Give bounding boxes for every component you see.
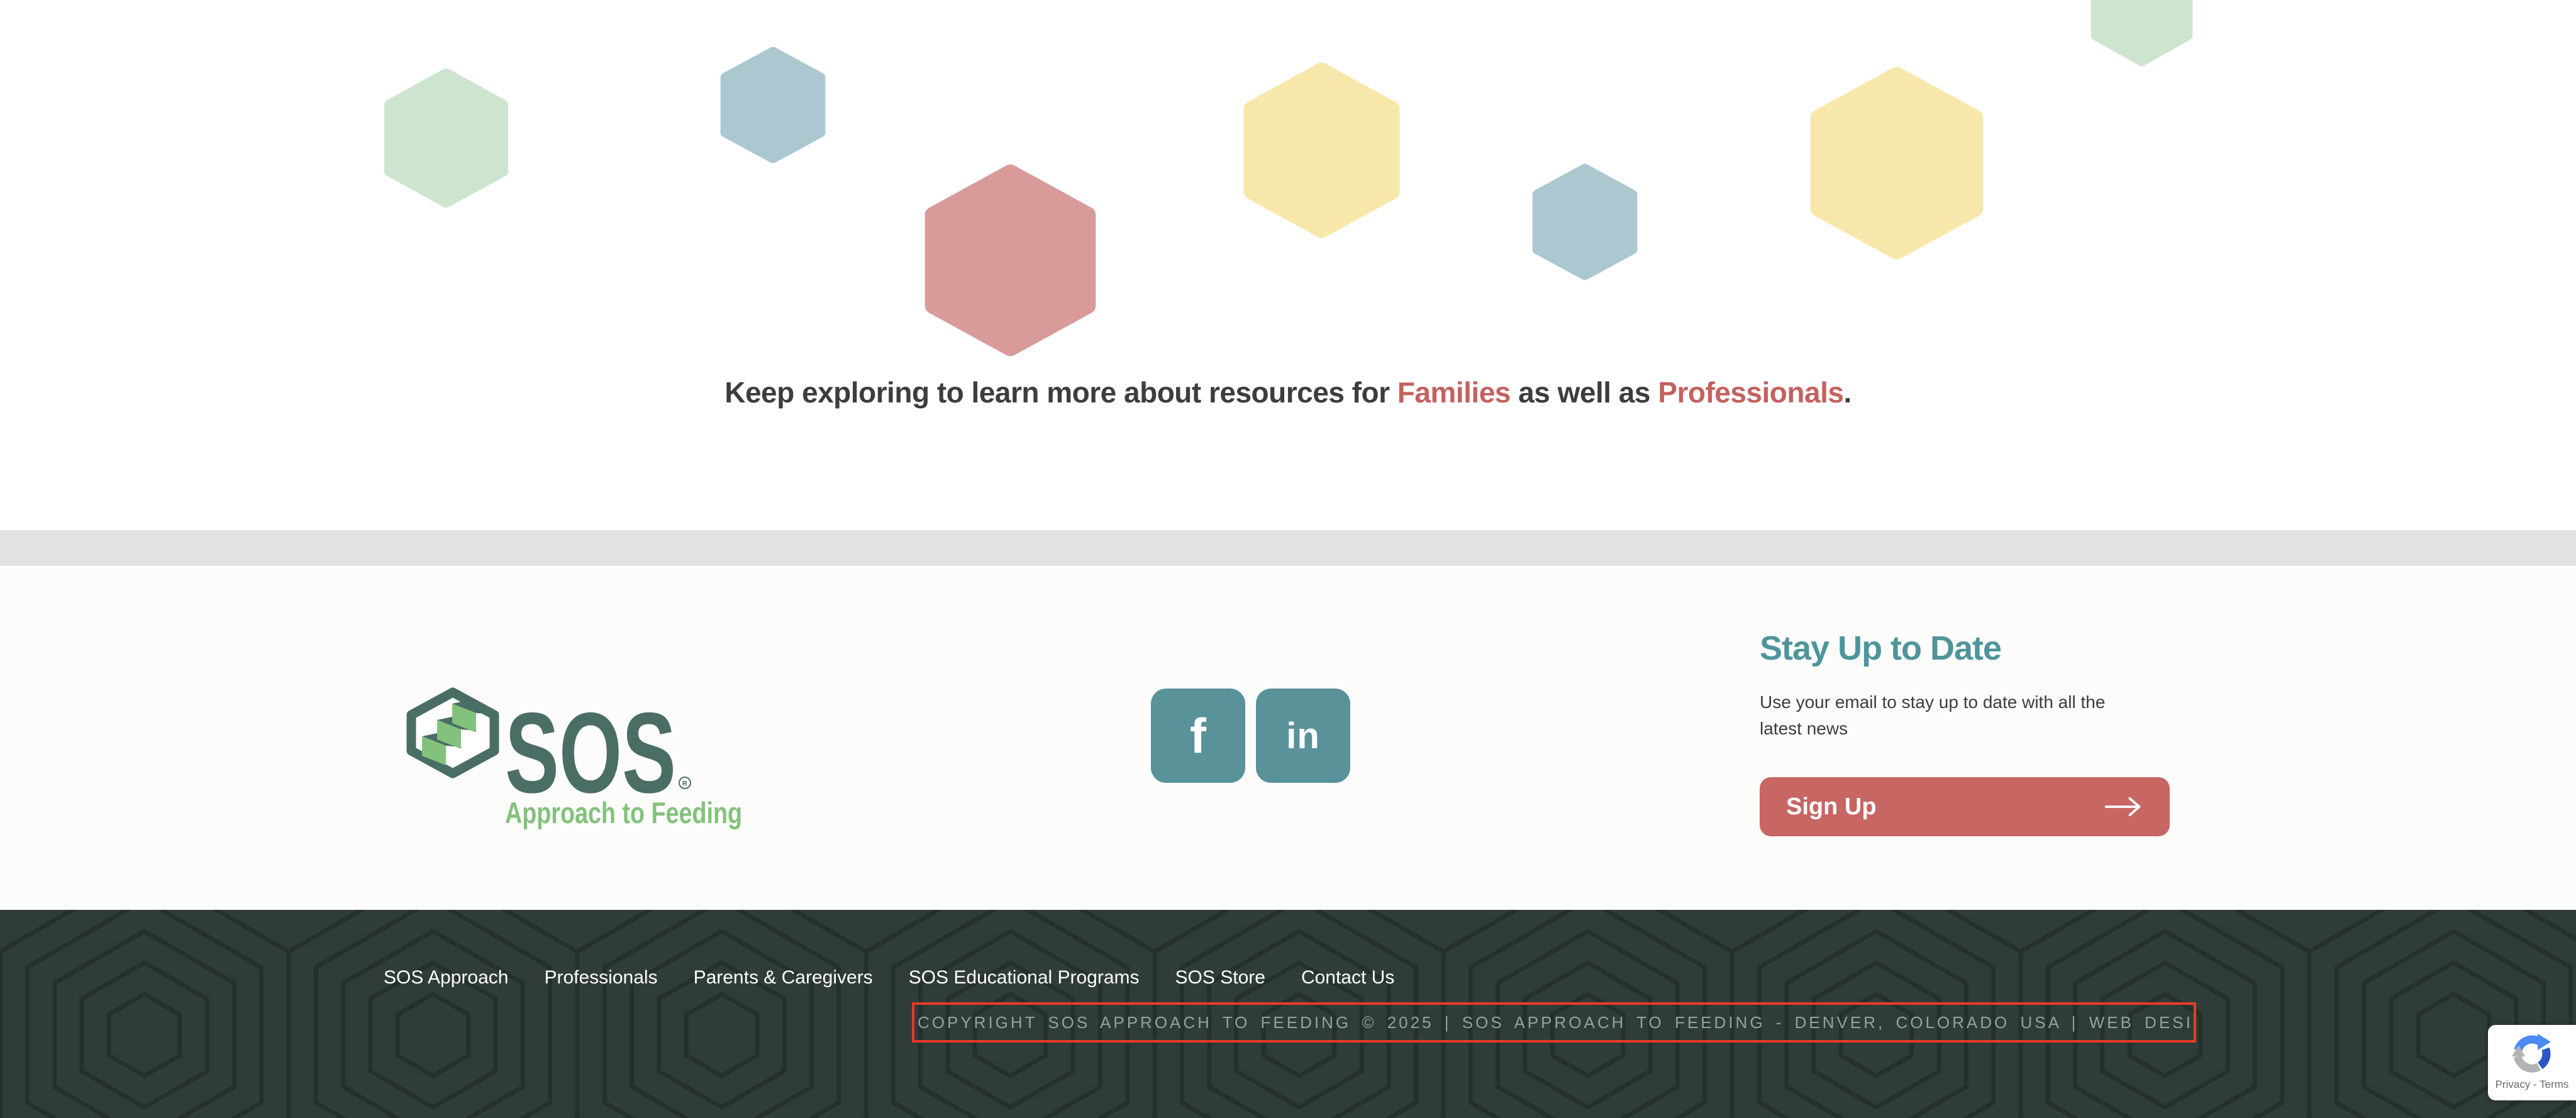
headline-text-suffix: .	[1843, 376, 1851, 409]
footer-nav: SOS Approach Professionals Parents & Car…	[384, 964, 1394, 992]
recaptcha-content: Privacy - Terms	[2488, 1025, 2576, 1091]
headline-text-middle: as well as	[1511, 376, 1658, 409]
footer-upper-section: SOS R Approach to Feeding f in Stay Up t…	[0, 566, 2576, 910]
recaptcha-badge[interactable]: Privacy - Terms	[2488, 1025, 2576, 1100]
sign-up-button[interactable]: Sign Up	[1760, 777, 2170, 836]
arrow-right-icon	[2104, 796, 2143, 817]
newsletter-description-line1: Use your email to stay up to date with a…	[1760, 689, 2105, 716]
linkedin-button[interactable]: in	[1256, 689, 1350, 783]
registered-mark-letter: R	[682, 780, 687, 788]
headline-text-prefix: Keep exploring to learn more about resou…	[724, 376, 1397, 409]
green-hexagon-decoration-cut	[2090, 0, 2194, 67]
hero-headline: Keep exploring to learn more about resou…	[0, 372, 2576, 412]
newsletter-heading: Stay Up to Date	[1760, 629, 2001, 668]
footer-link-parents-caregivers[interactable]: Parents & Caregivers	[694, 964, 873, 992]
section-divider	[0, 530, 2576, 566]
blue-hexagon-decoration-2	[1531, 163, 1638, 281]
yellow-hexagon-decoration	[1242, 61, 1401, 240]
logo-tagline: Approach to Feeding	[505, 796, 742, 829]
sos-logo[interactable]: SOS R Approach to Feeding	[406, 687, 746, 831]
copyright-annotation-box: COPYRIGHT SOS APPROACH TO FEEDING © 2025…	[912, 1002, 2196, 1043]
sign-up-label: Sign Up	[1786, 794, 1877, 821]
footer-bottom-bar: SOS Approach Professionals Parents & Car…	[0, 910, 2576, 1118]
recaptcha-icon	[2509, 1030, 2555, 1076]
footer-link-professionals[interactable]: Professionals	[544, 964, 657, 992]
recaptcha-privacy-terms[interactable]: Privacy - Terms	[2496, 1078, 2569, 1091]
blue-hexagon-decoration	[719, 46, 826, 164]
footer-link-sos-approach[interactable]: SOS Approach	[384, 964, 508, 992]
facebook-button[interactable]: f	[1151, 689, 1245, 783]
linkedin-icon: in	[1286, 715, 1320, 757]
copyright-text: COPYRIGHT SOS APPROACH TO FEEDING © 2025…	[914, 1013, 2196, 1032]
footer-link-contact-us[interactable]: Contact Us	[1301, 964, 1394, 992]
yellow-hexagon-decoration-2	[1809, 65, 1985, 261]
green-hexagon-decoration	[383, 67, 509, 209]
families-link[interactable]: Families	[1397, 376, 1511, 409]
footer-link-educational-programs[interactable]: SOS Educational Programs	[909, 964, 1140, 992]
footer-link-sos-store[interactable]: SOS Store	[1175, 964, 1265, 992]
page: Keep exploring to learn more about resou…	[0, 0, 2576, 1118]
newsletter-description-line2: latest news	[1760, 716, 2105, 742]
professionals-link[interactable]: Professionals	[1658, 376, 1843, 409]
newsletter-description: Use your email to stay up to date with a…	[1760, 689, 2105, 742]
facebook-icon: f	[1190, 707, 1206, 765]
hero-section: Keep exploring to learn more about resou…	[0, 0, 2576, 530]
red-hexagon-decoration	[923, 163, 1097, 358]
